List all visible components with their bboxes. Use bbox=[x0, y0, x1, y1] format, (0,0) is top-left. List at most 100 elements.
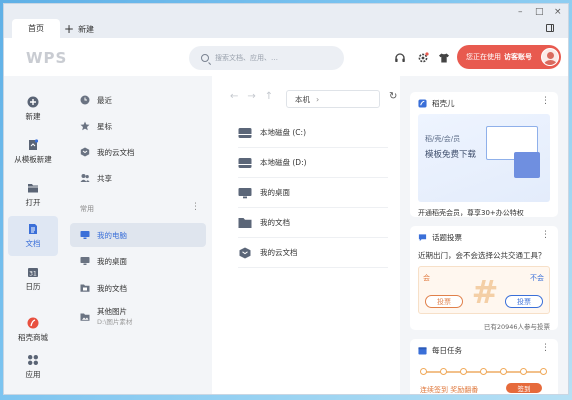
task-gift-marker bbox=[540, 368, 547, 375]
daily-tasks-card: 每日任务 ⋮ 连续签到 奖励翻番 签到 bbox=[410, 339, 558, 394]
nav-item-label: 共享 bbox=[97, 173, 112, 183]
task-description: 连续签到 奖励翻番 bbox=[420, 386, 479, 394]
nav-panel: 最近 星标 我的云文档 共享 常用 ⋮ 我的电脑 我的桌面 我的文档 其他图片 … bbox=[62, 76, 212, 394]
cloud-doc-icon bbox=[239, 247, 251, 258]
right-panel: 稻壳儿 ⋮ 稻/壳/会/员 模板免费下载 开通稻壳会员，尊享30+办公特权 话题… bbox=[400, 76, 568, 394]
rail-item-template[interactable]: 从模板新建 bbox=[8, 133, 58, 171]
more-options-icon[interactable]: ⋮ bbox=[541, 96, 550, 106]
new-tab-label: 新建 bbox=[78, 24, 95, 34]
vote-yes-button[interactable]: 投票 bbox=[425, 295, 463, 308]
nav-item-recent[interactable]: 最近 bbox=[70, 88, 206, 112]
tab-home[interactable]: 首页 bbox=[12, 19, 60, 38]
avatar[interactable] bbox=[541, 48, 559, 66]
nav-item-other-pictures[interactable]: 其他图片 D:\图片素材 bbox=[70, 302, 206, 332]
settings-icon[interactable] bbox=[417, 52, 429, 64]
vote-yes-label: 会 bbox=[423, 274, 430, 282]
task-gift-marker bbox=[460, 368, 467, 375]
skin-shirt-icon[interactable] bbox=[438, 52, 450, 64]
pictures-icon bbox=[80, 313, 90, 321]
sidebar-toggle-icon[interactable] bbox=[546, 24, 554, 32]
docer-promo-banner[interactable]: 稻/壳/会/员 模板免费下载 bbox=[418, 114, 550, 202]
file-name: 本地磁盘 (D:) bbox=[260, 158, 307, 167]
folder-open-icon bbox=[28, 184, 38, 193]
checkin-button[interactable]: 签到 bbox=[506, 383, 542, 393]
headset-icon[interactable] bbox=[394, 52, 406, 64]
nav-item-text: 其他图片 D:\图片素材 bbox=[97, 307, 132, 327]
docer-card[interactable]: 稻壳儿 ⋮ 稻/壳/会/员 模板免费下载 开通稻壳会员，尊享30+办公特权 bbox=[410, 92, 558, 217]
rail-item-open[interactable]: 打开 bbox=[8, 176, 58, 214]
file-row-desktop[interactable]: 我的桌面 bbox=[238, 178, 388, 208]
wps-window: 首页 + 新建 – □ × WPS 搜索文档、应用、… 您正在使用 访客账号 新… bbox=[3, 3, 569, 395]
chevron-right-icon: › bbox=[316, 94, 320, 104]
file-row-disk-d[interactable]: 本地磁盘 (D:) bbox=[238, 148, 388, 178]
promo-caption: 开通稻壳会员，尊享30+办公特权 bbox=[418, 209, 524, 217]
nav-item-label: 最近 bbox=[97, 95, 112, 105]
close-button[interactable]: × bbox=[554, 7, 562, 17]
nav-item-cloud-docs[interactable]: 我的云文档 bbox=[70, 140, 206, 164]
topic-chat-icon bbox=[418, 234, 427, 242]
refresh-icon[interactable]: ↻ bbox=[389, 91, 397, 102]
nav-item-my-documents[interactable]: 我的文档 bbox=[70, 276, 206, 300]
vote-no-button[interactable]: 投票 bbox=[505, 295, 543, 308]
file-row-cloud-docs[interactable]: 我的云文档 bbox=[238, 238, 388, 268]
rail-item-new[interactable]: 新建 bbox=[8, 90, 58, 128]
forward-arrow-icon[interactable]: → bbox=[247, 91, 255, 102]
apps-grid-icon bbox=[28, 355, 38, 365]
rail-item-documents[interactable]: 文档 bbox=[8, 216, 58, 256]
breadcrumb[interactable]: 本机 › bbox=[286, 90, 380, 108]
document-icon bbox=[29, 224, 37, 234]
card-title-text: 话题投票 bbox=[432, 233, 462, 242]
card-title-text: 稻壳儿 bbox=[432, 99, 455, 108]
back-arrow-icon[interactable]: ← bbox=[230, 91, 238, 102]
rail-item-calendar[interactable]: 31 日历 bbox=[8, 260, 58, 298]
more-options-icon[interactable]: ⋮ bbox=[541, 343, 550, 353]
documents-folder-icon bbox=[80, 284, 90, 292]
breadcrumb-item[interactable]: 本机 bbox=[295, 94, 310, 105]
nav-item-starred[interactable]: 星标 bbox=[70, 114, 206, 138]
rail-item-label: 应用 bbox=[25, 370, 41, 379]
folder-icon bbox=[238, 217, 252, 228]
nav-item-shared[interactable]: 共享 bbox=[70, 166, 206, 190]
maximize-button[interactable]: □ bbox=[535, 7, 544, 17]
vote-count: 已有20946人参与投票 bbox=[483, 323, 550, 331]
card-title: 每日任务 bbox=[418, 345, 462, 356]
nav-item-path: D:\图片素材 bbox=[97, 318, 133, 326]
rail-item-label: 文档 bbox=[25, 239, 41, 248]
card-title: 话题投票 bbox=[418, 232, 462, 243]
rail-item-docer-shop[interactable]: 稻壳商城 bbox=[8, 311, 58, 349]
rail-item-apps[interactable]: 应用 bbox=[8, 348, 58, 386]
nav-item-my-computer[interactable]: 我的电脑 bbox=[70, 223, 206, 247]
plus-circle-icon bbox=[27, 96, 39, 108]
more-options-icon[interactable]: ⋮ bbox=[191, 202, 200, 212]
vote-decoration-hash-icon: # bbox=[471, 273, 499, 311]
disk-icon bbox=[238, 127, 252, 138]
new-tab-button[interactable]: + 新建 bbox=[64, 21, 94, 37]
file-name: 我的桌面 bbox=[260, 188, 290, 197]
more-options-icon[interactable]: ⋮ bbox=[541, 230, 550, 240]
user-account-button[interactable]: 您正在使用 访客账号 bbox=[457, 45, 561, 69]
search-placeholder: 搜索文档、应用、… bbox=[215, 54, 278, 62]
title-bar: 首页 + 新建 – □ × bbox=[4, 4, 568, 38]
file-name: 我的云文档 bbox=[260, 248, 298, 257]
share-users-icon bbox=[80, 174, 90, 182]
left-rail: 新建 从模板新建 打开 文档 31 日历 稻壳商城 应用 bbox=[4, 76, 62, 394]
file-name: 本地磁盘 (C:) bbox=[260, 128, 306, 137]
rail-item-label: 打开 bbox=[25, 198, 41, 207]
minimize-button[interactable]: – bbox=[518, 7, 523, 17]
rail-item-label: 日历 bbox=[25, 282, 41, 291]
disk-icon bbox=[238, 157, 252, 168]
task-day-marker bbox=[480, 368, 487, 375]
task-day-marker bbox=[420, 368, 427, 375]
vote-no-label: 不会 bbox=[530, 274, 544, 282]
docer-shop-icon bbox=[27, 317, 39, 329]
search-input[interactable]: 搜索文档、应用、… bbox=[189, 46, 344, 70]
nav-item-my-desktop[interactable]: 我的桌面 bbox=[70, 249, 206, 273]
up-arrow-icon[interactable]: ↑ bbox=[265, 91, 273, 102]
file-row-my-documents[interactable]: 我的文档 bbox=[238, 208, 388, 238]
nav-item-label: 我的桌面 bbox=[97, 256, 127, 266]
wps-logo: WPS bbox=[26, 49, 68, 67]
file-row-disk-c[interactable]: 本地磁盘 (C:) bbox=[238, 118, 388, 148]
section-label-common: 常用 bbox=[80, 205, 94, 213]
clock-icon bbox=[80, 95, 90, 105]
nav-item-label: 其他图片 bbox=[97, 307, 127, 316]
